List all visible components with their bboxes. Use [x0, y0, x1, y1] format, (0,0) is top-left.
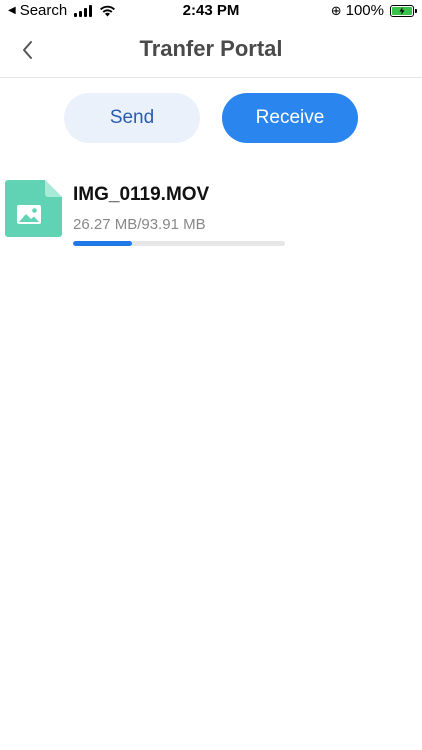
- page-title: Tranfer Portal: [139, 36, 283, 61]
- progress-fill: [73, 241, 133, 246]
- image-file-icon: [5, 180, 62, 237]
- progress-bar: [73, 241, 285, 246]
- tab-receive[interactable]: Receive: [222, 93, 358, 143]
- orientation-lock-icon: ⊕: [330, 2, 342, 18]
- file-name: IMG_0119.MOV: [73, 184, 210, 205]
- nav-header: Tranfer Portal: [0, 22, 422, 78]
- battery-charging-icon: [392, 6, 412, 15]
- list-item[interactable]: IMG_0119.MOV 26.27 MB/93.91 MB: [0, 176, 422, 256]
- status-right: ⊕ 100%: [330, 2, 417, 19]
- tab-send[interactable]: Send: [64, 93, 200, 143]
- battery-percent: 100%: [345, 2, 384, 19]
- file-size: 26.27 MB/93.91 MB: [73, 216, 206, 233]
- battery-icon: [390, 4, 417, 17]
- status-bar: ◀ Search 2:43 PM ⊕ 100%: [0, 0, 422, 22]
- transfer-tabs: Send Receive: [64, 93, 358, 143]
